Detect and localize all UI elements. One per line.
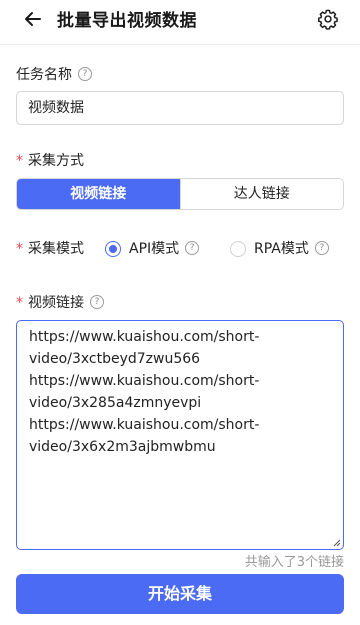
link-line: video/3x6x2m3ajbmwbmu (29, 439, 216, 455)
task-name-input[interactable]: 视频数据 (16, 91, 344, 125)
task-name-label-row: 任务名称? (16, 64, 92, 84)
collect-method-label-row: * 采集方式 (16, 150, 84, 170)
help-icon[interactable]: ? (185, 241, 200, 255)
rpa-mode-label: RPA模式 (254, 241, 309, 257)
required-mark: * (16, 241, 23, 257)
help-icon[interactable]: ? (90, 295, 104, 309)
link-line: https://www.kuaishou.com/short- (29, 329, 260, 345)
rpa-mode-label-row[interactable]: RPA模式? (254, 241, 329, 257)
start-collect-button[interactable]: 开始采集 (16, 574, 344, 614)
segment-video-link[interactable]: 视频链接 (17, 179, 180, 209)
required-mark: * (16, 295, 23, 311)
collect-mode-label: 采集模式 (28, 241, 84, 257)
api-mode-label: API模式 (129, 241, 180, 257)
video-links-label-row: * 视频链接? (16, 292, 104, 312)
link-count-text: 共输入了3个链接 (244, 555, 344, 570)
api-mode-label-row[interactable]: API模式? (129, 241, 200, 257)
radio-api-mode[interactable] (105, 241, 121, 257)
link-line: https://www.kuaishou.com/short- (29, 417, 260, 433)
page-title: 批量导出视频数据 (57, 11, 197, 31)
collect-method-label: 采集方式 (28, 153, 84, 169)
help-icon[interactable]: ? (78, 67, 92, 81)
gear-icon[interactable] (317, 8, 339, 30)
video-links-label: 视频链接 (28, 295, 84, 311)
collect-mode-label-row: * 采集模式 (16, 241, 84, 257)
link-line: video/3x285a4zmnyevpi (29, 395, 202, 411)
required-mark: * (16, 153, 23, 169)
resize-handle-icon[interactable] (333, 539, 341, 547)
arrow-left-icon[interactable] (22, 8, 44, 30)
link-line: https://www.kuaishou.com/short- (29, 373, 260, 389)
radio-rpa-mode[interactable] (230, 241, 246, 257)
task-name-label: 任务名称 (16, 67, 72, 83)
help-icon[interactable]: ? (314, 241, 329, 255)
collect-method-segmented: 视频链接 达人链接 (16, 178, 344, 210)
header-bar: 批量导出视频数据 (0, 0, 360, 45)
segment-creator-link[interactable]: 达人链接 (179, 179, 343, 209)
video-links-textarea[interactable]: https://www.kuaishou.com/short- video/3x… (16, 320, 344, 550)
link-line: video/3xctbeyd7zwu566 (29, 351, 201, 367)
